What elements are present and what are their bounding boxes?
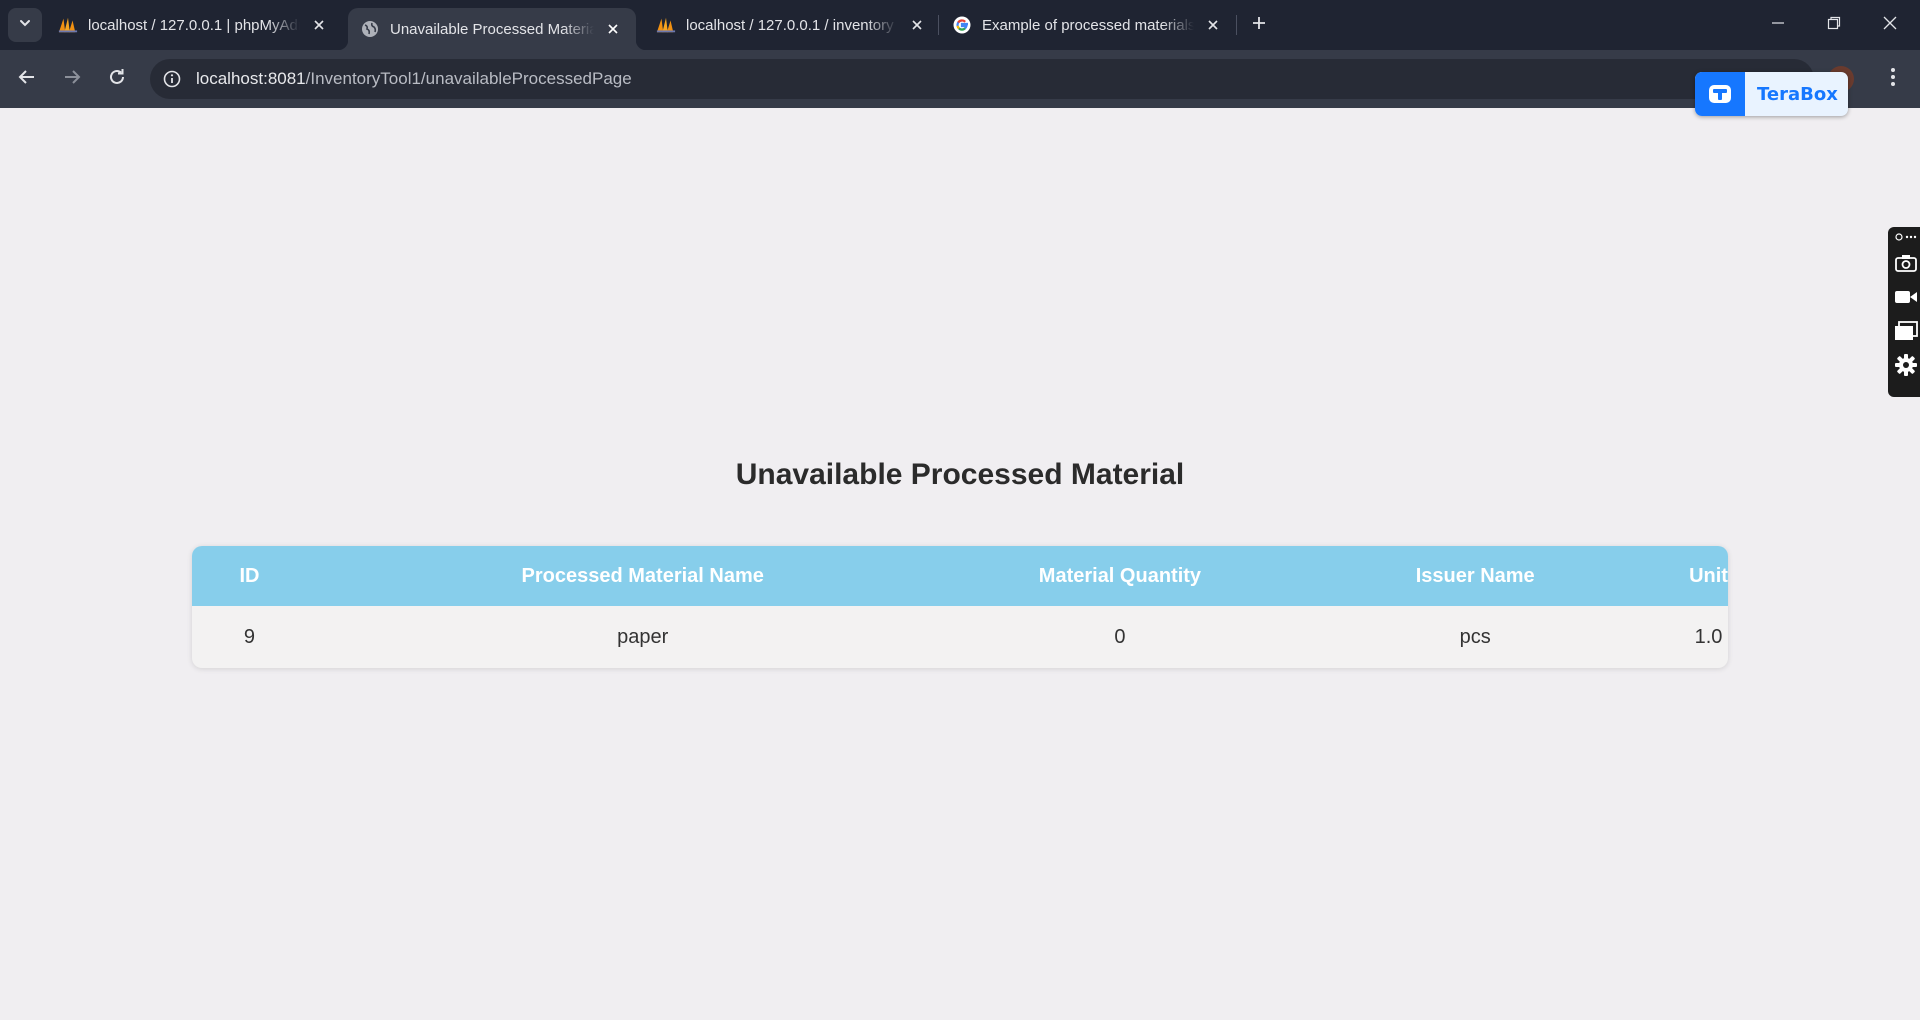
more-horizontal-icon[interactable] xyxy=(1892,229,1920,245)
tab-google-search[interactable]: Example of processed materials xyxy=(952,8,1224,42)
arrow-right-icon xyxy=(63,68,81,91)
cell-id: 9 xyxy=(243,625,256,648)
restore-icon xyxy=(1827,16,1841,35)
new-tab-button[interactable] xyxy=(1245,11,1273,39)
video-camera-icon[interactable] xyxy=(1892,283,1920,311)
gear-icon[interactable] xyxy=(1892,351,1920,379)
phpmyadmin-icon xyxy=(656,15,676,35)
terabox-label: TeraBox xyxy=(1757,83,1838,105)
close-icon[interactable] xyxy=(906,14,928,36)
phpmyadmin-icon xyxy=(58,15,78,35)
url-host: localhost:8081 xyxy=(196,69,306,88)
table-header-row: ID Processed Material Name Material Quan… xyxy=(192,546,1728,606)
tab-title: localhost / 127.0.0.1 | phpMyAdmin xyxy=(88,16,300,34)
tab-title: Unavailable Processed Material xyxy=(390,20,594,38)
column-header-quantity: Material Quantity xyxy=(1038,564,1202,587)
globe-icon xyxy=(360,19,380,39)
site-info-icon[interactable] xyxy=(160,67,184,91)
screenshot-tool-panel xyxy=(1888,227,1920,397)
browser-tabstrip: localhost / 127.0.0.1 | phpMyAdmin Unava… xyxy=(0,0,1920,50)
google-icon xyxy=(952,15,972,35)
minimize-button[interactable] xyxy=(1750,0,1806,50)
browser-menu-button[interactable] xyxy=(1878,62,1908,96)
close-icon[interactable] xyxy=(1202,14,1224,36)
tab-title: Example of processed materials xyxy=(982,16,1194,34)
tab-unavailable-processed-material[interactable]: Unavailable Processed Material xyxy=(338,8,646,50)
close-icon[interactable] xyxy=(602,18,624,40)
tab-separator xyxy=(938,15,939,35)
url-path: /InventoryTool1/unavailableProcessedPage xyxy=(305,69,632,88)
camera-icon[interactable] xyxy=(1892,249,1920,277)
close-icon[interactable] xyxy=(308,14,330,36)
cell-quantity: 0 xyxy=(1114,625,1126,648)
reload-icon xyxy=(108,68,126,91)
forward-button[interactable] xyxy=(54,61,90,97)
minimize-icon xyxy=(1771,16,1785,35)
cell-unit: 1.0 xyxy=(1694,625,1723,648)
chevron-down-icon xyxy=(18,16,32,35)
cell-material-name: paper xyxy=(617,625,669,648)
window-close-button[interactable] xyxy=(1862,0,1918,50)
address-url: localhost:8081/InventoryTool1/unavailabl… xyxy=(196,69,632,89)
cell-issuer: pcs xyxy=(1459,625,1491,648)
back-button[interactable] xyxy=(9,61,45,97)
more-vertical-icon xyxy=(1890,67,1896,92)
unavailable-materials-table: ID Processed Material Name Material Quan… xyxy=(192,546,1728,668)
terabox-logo-icon xyxy=(1695,72,1745,116)
table-row: 9 paper 0 pcs 1.0 xyxy=(192,606,1728,668)
plus-icon xyxy=(1251,15,1267,36)
tab-separator xyxy=(1236,15,1237,35)
address-bar[interactable]: localhost:8081/InventoryTool1/unavailabl… xyxy=(150,59,1814,99)
column-header-material-name: Processed Material Name xyxy=(521,564,764,587)
column-header-issuer: Issuer Name xyxy=(1415,564,1535,587)
tab-phpmyadmin[interactable]: localhost / 127.0.0.1 | phpMyAdmin xyxy=(58,8,330,42)
page-title: Unavailable Processed Material xyxy=(735,458,1185,491)
browser-toolbar: localhost:8081/InventoryTool1/unavailabl… xyxy=(0,50,1920,108)
tab-search-button[interactable] xyxy=(8,8,42,42)
column-header-unit: Unit xyxy=(1689,564,1728,587)
tab-title: localhost / 127.0.0.1 / inventory xyxy=(686,16,894,34)
terabox-extension-button[interactable]: TeraBox xyxy=(1695,72,1848,116)
column-header-id: ID xyxy=(239,564,260,587)
close-icon xyxy=(1883,16,1897,35)
restore-button[interactable] xyxy=(1806,0,1862,50)
window-capture-icon[interactable] xyxy=(1892,317,1920,345)
reload-button[interactable] xyxy=(99,61,135,97)
arrow-left-icon xyxy=(18,68,36,91)
tab-phpmyadmin-inventory[interactable]: localhost / 127.0.0.1 / inventory xyxy=(656,8,928,42)
